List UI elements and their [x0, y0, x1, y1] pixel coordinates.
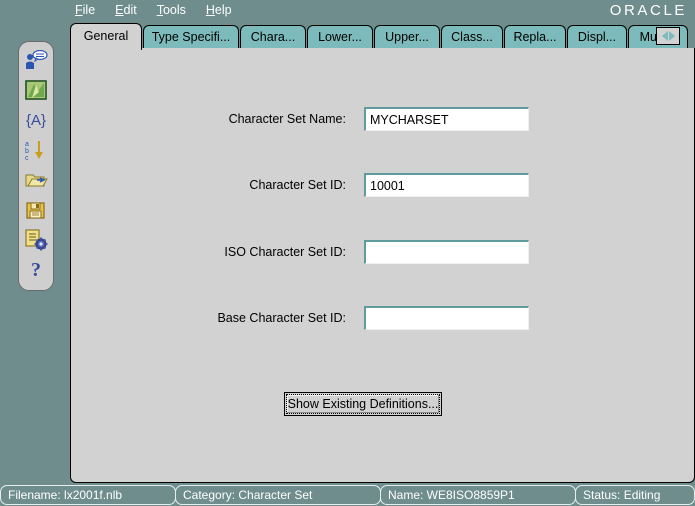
user-comment-icon	[26, 50, 48, 69]
tab-uppercase[interactable]: Upper...	[374, 25, 440, 49]
left-toolbar: {A} a b c ?	[18, 41, 54, 291]
menu-item-edit[interactable]: Edit	[114, 1, 138, 20]
tab-character[interactable]: Chara...	[240, 25, 306, 49]
tab-type-specific[interactable]: Type Specifi...	[143, 25, 239, 49]
base-character-set-id-input[interactable]	[364, 306, 529, 330]
document-gear-icon-button[interactable]	[23, 228, 49, 252]
character-set-id-input[interactable]	[364, 173, 529, 197]
status-bar: Filename: lx2001f.nlb Category: Characte…	[0, 484, 695, 506]
tab-display[interactable]: Displ...	[567, 25, 627, 49]
help-question-icon: ?	[31, 258, 41, 281]
chevron-right-icon	[668, 31, 675, 41]
tab-lowercase[interactable]: Lower...	[307, 25, 373, 49]
row-base-character-set-id: Base Character Set ID:	[71, 306, 531, 330]
user-comment-icon-button[interactable]	[23, 48, 49, 72]
base-character-set-id-label: Base Character Set ID:	[217, 311, 346, 325]
tab-scroller-button[interactable]	[656, 27, 680, 45]
open-folder-icon-button[interactable]	[23, 168, 49, 192]
tab-replacement[interactable]: Repla...	[504, 25, 566, 49]
svg-text:c: c	[25, 155, 29, 161]
oracle-logo: ORACLE	[609, 2, 687, 19]
window-header: File Edit Tools Help ORACLE	[0, 0, 695, 22]
tab-strip: General Type Specifi... Chara... Lower..…	[70, 23, 695, 50]
character-set-id-label: Character Set ID:	[249, 178, 346, 192]
braces-a-icon: {A}	[25, 111, 47, 129]
abc-sort-icon: a b c	[25, 141, 43, 161]
map-image-icon	[25, 80, 47, 100]
menu-item-tools[interactable]: Tools	[156, 1, 187, 20]
character-set-name-label: Character Set Name:	[228, 112, 346, 126]
show-existing-definitions-button[interactable]: Show Existing Definitions...	[284, 392, 442, 416]
status-editing: Status: Editing	[575, 485, 695, 505]
row-character-set-id: Character Set ID:	[71, 173, 531, 197]
menu-item-help[interactable]: Help	[205, 1, 233, 20]
menubar: File Edit Tools Help	[74, 1, 233, 20]
svg-text:a: a	[25, 141, 29, 148]
document-gear-icon	[25, 229, 48, 251]
show-existing-definitions-label: Show Existing Definitions...	[286, 394, 440, 414]
row-iso-character-set-id: ISO Character Set ID:	[71, 240, 531, 264]
abc-sort-icon-button[interactable]: a b c	[23, 138, 49, 162]
open-folder-icon	[25, 174, 48, 187]
status-name: Name: WE8ISO8859P1	[380, 485, 576, 505]
iso-character-set-id-input[interactable]	[364, 240, 529, 264]
tab-general[interactable]: General	[70, 23, 142, 50]
svg-text:b: b	[25, 148, 29, 155]
general-tab-panel: Character Set Name: Character Set ID: IS…	[70, 48, 695, 483]
status-category: Category: Character Set	[175, 485, 381, 505]
iso-character-set-id-label: ISO Character Set ID:	[224, 245, 346, 259]
tab-classification[interactable]: Class...	[441, 25, 503, 49]
menu-item-file[interactable]: File	[74, 1, 96, 20]
status-filename: Filename: lx2001f.nlb	[0, 485, 176, 505]
help-question-icon-button[interactable]: ?	[23, 258, 49, 282]
braces-a-icon-button[interactable]: {A}	[23, 108, 49, 132]
row-character-set-name: Character Set Name:	[71, 107, 531, 131]
save-floppy-icon	[26, 202, 45, 219]
chevron-left-icon	[661, 31, 668, 41]
character-set-name-input[interactable]	[364, 107, 529, 131]
map-image-icon-button[interactable]	[23, 78, 49, 102]
save-floppy-icon-button[interactable]	[23, 198, 49, 222]
